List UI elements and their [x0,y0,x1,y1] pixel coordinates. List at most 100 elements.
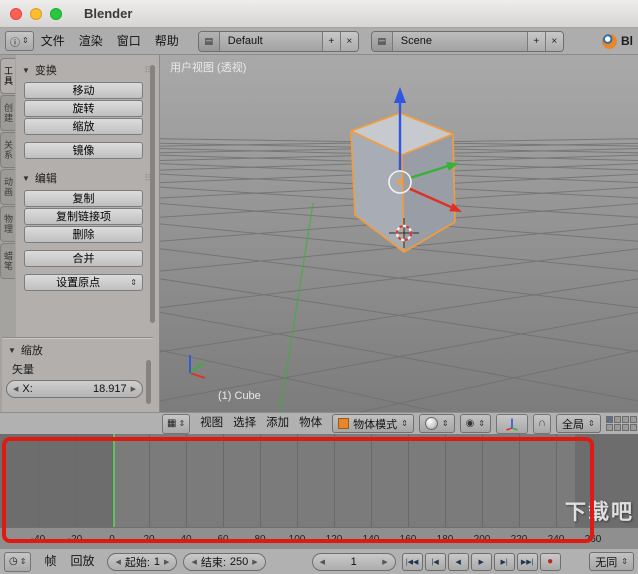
decrement-arrow-icon[interactable]: ◀ [320,558,325,566]
layout-selector[interactable]: ▤ Default + × [197,30,359,52]
tool-button[interactable]: 复制 [24,190,143,207]
decrement-arrow-icon[interactable]: ◀ [191,558,196,566]
tool-shelf-scrollbar[interactable] [150,65,155,323]
menu-view[interactable]: 视图 [195,413,228,434]
shelf-tab-create[interactable]: 创建 [0,95,15,131]
decrement-arrow-icon[interactable]: ◀ [115,558,120,566]
record-button[interactable]: ● [539,552,561,571]
timeline-gridline [260,434,261,528]
window-title: Blender [84,6,133,21]
start-frame-field[interactable]: ◀ 起始: 1 ▶ [107,552,178,571]
collapse-caret-icon: ▼ [8,345,16,355]
menu-window[interactable]: 窗口 [110,29,148,54]
orientation-dropdown[interactable]: 全局 ⇕ [555,414,601,433]
increment-arrow-icon[interactable]: ▶ [131,385,136,393]
shelf-tab-relations[interactable]: 关系 [0,132,15,168]
snap-toggle-button[interactable]: ∩ [533,413,551,434]
3d-editor-icon: ▦ [167,418,177,429]
menu-object[interactable]: 物体 [294,413,327,434]
3d-viewport[interactable]: 用户视图 (透视) (1) Cube [0,55,638,471]
mode-dropdown[interactable]: 物体模式 ⇕ [332,414,414,433]
operator-panel-header[interactable]: ▼ 缩放 [2,338,153,360]
current-frame-field[interactable]: ◀ 1 ▶ [311,552,396,571]
timeline-tick-label: -40 [30,534,46,545]
play-button[interactable]: ▶ [470,552,492,571]
end-frame-field[interactable]: ◀ 结束: 250 ▶ [183,552,266,571]
layer-toggle[interactable] [605,416,613,423]
shading-dropdown[interactable]: ⇕ [418,414,455,433]
layer-toggle[interactable] [629,416,637,423]
play-reverse-button[interactable]: ◀ [447,552,469,571]
menu-select[interactable]: 选择 [228,413,261,434]
timeline-editor[interactable]: -40 -20 0 20 40 60 80 100 120 140 160 180 200 220 240 2… [0,434,638,548]
jump-to-start-button[interactable]: |◀◀ [401,552,423,571]
increment-arrow-icon[interactable]: ▶ [252,558,257,566]
add-layout-button[interactable]: + [321,31,340,51]
close-window-button[interactable] [10,7,22,20]
tool-button[interactable]: 缩放 [24,118,143,135]
timeline-tick-label: 160 [399,534,417,545]
shelf-tab-grease-pencil[interactable]: 蜡笔 [0,243,15,279]
increment-arrow-icon[interactable]: ▶ [382,558,387,566]
menu-file[interactable]: 文件 [34,29,72,54]
menu-add[interactable]: 添加 [261,413,294,434]
increment-arrow-icon[interactable]: ▶ [164,558,169,566]
timeline-tick-label: 120 [325,534,343,545]
menu-playback[interactable]: 回放 [63,549,101,574]
shelf-tab-animation[interactable]: 动画 [0,169,15,205]
layer-toggle[interactable] [613,416,621,423]
layout-browse-icon[interactable]: ▤ [198,31,220,51]
manipulator-axis-icon [506,418,518,431]
sync-mode-dropdown[interactable]: 无同 ⇕ [589,552,634,571]
zoom-window-button[interactable] [50,7,62,20]
mode-value: 物体模式 [353,418,398,431]
viewport-editor-type-button[interactable]: ▦ ⇕ [162,413,191,434]
minimize-window-button[interactable] [30,7,42,20]
layer-toggle[interactable] [613,424,621,431]
delete-scene-button[interactable]: × [544,31,563,51]
tool-dropdown-button[interactable]: 设置原点 ⇕ [24,274,143,291]
layer-toggle[interactable] [629,424,637,431]
delete-layout-button[interactable]: × [339,31,358,51]
tool-button[interactable]: 旋转 [24,100,143,117]
start-frame-value: 1 [153,555,161,568]
scene-selector[interactable]: ▤ Scene + × [370,30,564,52]
prev-keyframe-button[interactable]: |◀ [424,552,446,571]
panel-title: 变换 [34,65,57,77]
info-editor-type-button[interactable]: ⓘ ⇕ [5,31,34,51]
scene-browse-icon[interactable]: ▤ [371,31,393,51]
shelf-tab-physics[interactable]: 物理 [0,206,15,242]
timeline-ruler[interactable]: -40 -20 0 20 40 60 80 100 120 140 160 180 200 220 240 2… [0,527,638,548]
timeline-editor-type-button[interactable]: ◷ ⇕ [4,551,32,572]
manipulator-toggle-button[interactable] [496,413,528,434]
panel-header-transform[interactable]: ▼ 变换 ⠿ [16,58,159,80]
layer-toggle[interactable] [621,424,629,431]
add-scene-button[interactable]: + [526,31,545,51]
layer-toggle[interactable] [605,424,613,431]
scene-name[interactable]: Scene [393,35,527,47]
tool-button[interactable]: 合并 [24,250,143,267]
shelf-tab-tools[interactable]: 工具 [0,58,15,94]
viewport-canvas[interactable]: 用户视图 (透视) (1) Cube [0,55,638,471]
pivot-dropdown[interactable]: ◉ ⇕ [459,414,491,433]
tool-button[interactable]: 镜像 [24,142,143,159]
menu-help[interactable]: 帮助 [148,29,186,54]
layer-toggle[interactable] [621,416,629,423]
current-frame-indicator[interactable] [112,434,115,528]
timeline-tick-label: 260 [584,534,602,545]
timeline-tick-label: 180 [436,534,454,545]
tool-button[interactable]: 删除 [24,226,143,243]
tool-button[interactable]: 移动 [24,82,143,99]
decrement-arrow-icon[interactable]: ◀ [13,385,18,393]
x-value-slider[interactable]: ◀ X: 18.917 ▶ [6,380,143,398]
menu-frame[interactable]: 帧 [37,549,63,574]
jump-to-end-button[interactable]: ▶▶| [516,552,538,571]
dropdown-arrows-icon: ⇕ [621,556,628,566]
panel-header-edit[interactable]: ▼ 编辑 ⠿ [16,166,159,188]
panel-title: 编辑 [34,173,57,185]
tool-button[interactable]: 复制链接项 [24,208,143,225]
menu-render[interactable]: 渲染 [72,29,110,54]
next-keyframe-button[interactable]: ▶| [493,552,515,571]
operator-panel-scrollbar[interactable] [146,360,151,404]
layout-name[interactable]: Default [220,35,322,47]
